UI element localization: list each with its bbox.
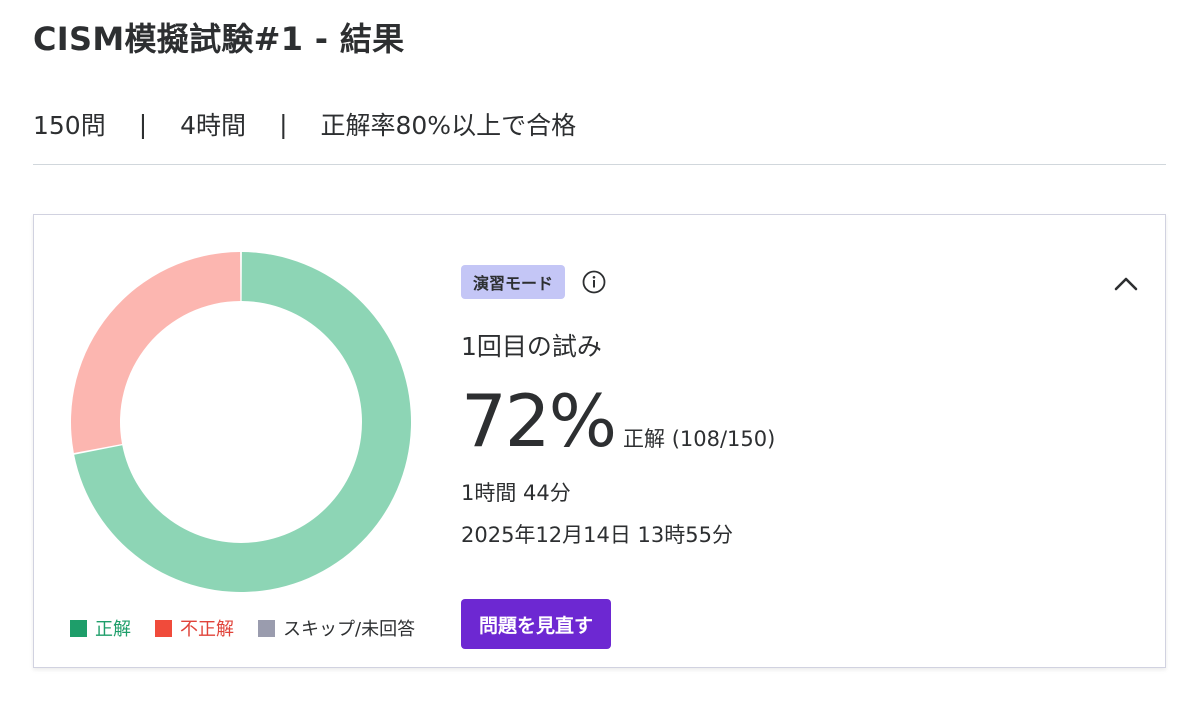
legend-item-skipped: スキップ/未回答 (258, 615, 415, 641)
legend-swatch-skipped (258, 619, 275, 637)
info-icon[interactable] (581, 269, 607, 295)
page-title: CISM模擬試験#1 - 結果 (33, 20, 405, 58)
legend-item-incorrect: 不正解 (155, 615, 234, 641)
legend-label-incorrect: 不正解 (180, 619, 234, 640)
time-taken: 1時間 44分 (461, 481, 571, 505)
score-percent: 72% (461, 379, 617, 463)
exam-meta: 150問 | 4時間 | 正解率80%以上で合格 (33, 106, 576, 142)
meta-separator: | (279, 109, 288, 139)
mode-badge: 演習モード (461, 265, 566, 299)
legend-label-skipped: スキップ/未回答 (283, 619, 416, 640)
question-count: 150問 (33, 111, 106, 140)
legend-item-correct: 正解 (70, 615, 131, 641)
mode-row: 演習モード (461, 265, 775, 299)
score-donut-chart (71, 252, 412, 593)
chart-legend: 正解 不正解 スキップ/未回答 (70, 615, 439, 641)
legend-swatch-incorrect (155, 619, 172, 637)
pass-criteria: 正解率80%以上で合格 (320, 111, 577, 140)
result-card: 正解 不正解 スキップ/未回答 演習モード 1回目の試み 72% 正解 (108 (33, 214, 1166, 668)
header-divider (33, 164, 1166, 165)
review-questions-button[interactable]: 問題を見直す (461, 599, 612, 649)
donut-slice-incorrect (71, 252, 241, 453)
attempt-label: 1回目の試み (461, 332, 602, 361)
score-detail: 正解 (108/150) (623, 427, 776, 451)
score-row: 72% 正解 (108/150) (461, 385, 775, 457)
legend-label-correct: 正解 (95, 619, 131, 640)
meta-separator: | (138, 109, 148, 139)
exam-duration: 4時間 (180, 111, 247, 140)
chevron-up-icon[interactable] (1111, 269, 1141, 299)
completed-at: 2025年12月14日 13時55分 (461, 523, 734, 547)
result-details: 演習モード 1回目の試み 72% 正解 (108/150) 1時間 44分 20… (461, 265, 775, 649)
legend-swatch-correct (70, 619, 87, 637)
